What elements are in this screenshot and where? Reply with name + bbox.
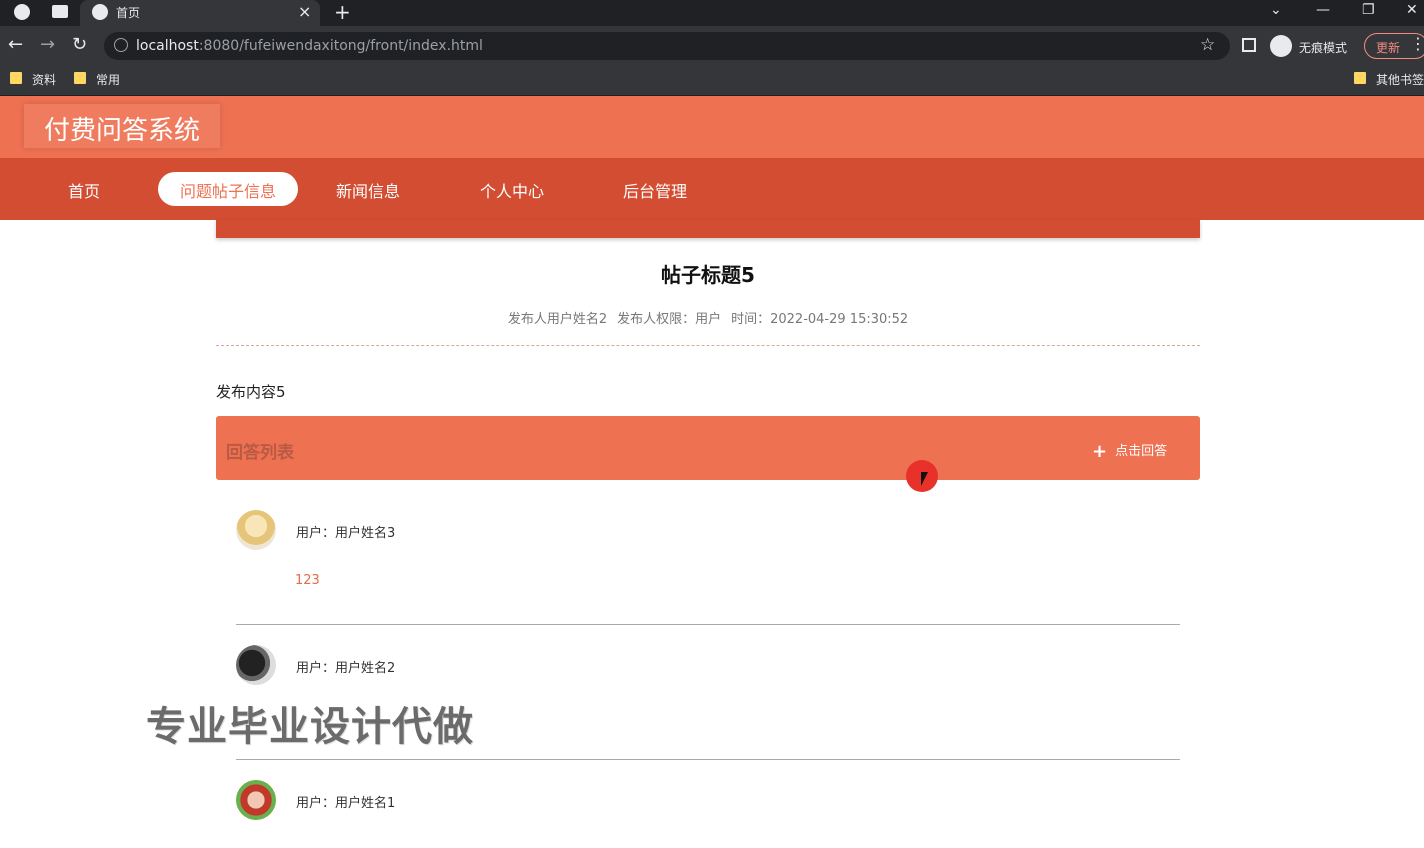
section-title-bar xyxy=(216,220,1200,238)
answer-list-header xyxy=(216,416,1200,480)
reply-user: 用户：用户姓名2 xyxy=(296,661,396,676)
side-panel-icon[interactable] xyxy=(1242,38,1256,52)
folder-icon xyxy=(1354,72,1366,84)
restore-icon[interactable]: ❐ xyxy=(1362,2,1375,18)
cursor-icon xyxy=(921,472,928,486)
site-logo[interactable]: 付费问答系统 xyxy=(24,104,221,148)
reply-divider xyxy=(236,759,1180,760)
post-content: 发布内容5 xyxy=(216,383,286,401)
post-role: 发布人权限：用户 xyxy=(617,312,722,327)
new-tab-icon[interactable]: + xyxy=(334,0,351,24)
avatar xyxy=(236,780,276,820)
bookmark-star-icon[interactable]: ☆ xyxy=(1200,35,1215,55)
info-icon[interactable] xyxy=(114,38,128,52)
bookmark-item[interactable]: 常用 xyxy=(96,71,120,88)
bookmarks-bar xyxy=(0,66,1424,96)
reload-icon[interactable]: ↻ xyxy=(72,34,87,55)
add-answer-button[interactable]: + 点击回答 xyxy=(1092,440,1167,462)
tab-search-icon[interactable] xyxy=(52,5,68,18)
nav-profile[interactable]: 个人中心 xyxy=(480,178,544,202)
divider xyxy=(216,345,1200,346)
post-author: 发布人用户姓名2 xyxy=(507,312,608,327)
tab-title: 首页 xyxy=(116,6,141,20)
folder-icon xyxy=(10,72,22,84)
chevron-down-icon[interactable]: ⌄ xyxy=(1270,2,1282,18)
bookmark-item[interactable]: 资料 xyxy=(32,71,56,88)
minimize-icon[interactable]: — xyxy=(1316,2,1330,18)
post-time: 时间：2022-04-29 15:30:52 xyxy=(731,312,909,327)
post-title: 帖子标题5 xyxy=(661,263,755,287)
window-close-icon[interactable]: ✕ xyxy=(1406,2,1418,18)
globe-icon xyxy=(92,4,108,20)
folder-icon xyxy=(74,72,86,84)
reply-user: 用户：用户姓名3 xyxy=(296,526,396,541)
watermark: 专业毕业设计代做 xyxy=(146,704,474,750)
back-icon[interactable]: ← xyxy=(8,34,23,55)
nav-posts[interactable]: 问题帖子信息 xyxy=(158,172,298,206)
avatar xyxy=(236,645,276,685)
nav-news[interactable]: 新闻信息 xyxy=(336,178,400,202)
url-text[interactable]: localhost:8080/fufeiwendaxitong/front/in… xyxy=(136,38,483,54)
nav-admin[interactable]: 后台管理 xyxy=(623,178,687,202)
avatar xyxy=(236,510,276,550)
reply-text: 123 xyxy=(295,573,320,588)
reply-user: 用户：用户姓名1 xyxy=(296,796,396,811)
globe-icon[interactable] xyxy=(14,4,30,20)
incognito-label[interactable]: 无痕模式 xyxy=(1299,39,1347,56)
bookmark-item[interactable]: 其他书签 xyxy=(1376,71,1424,88)
menu-icon[interactable]: ⋮ xyxy=(1410,34,1424,53)
forward-icon[interactable]: → xyxy=(40,34,55,55)
plus-icon: + xyxy=(1092,441,1108,462)
close-icon[interactable]: × xyxy=(298,2,311,21)
nav-home[interactable]: 首页 xyxy=(68,178,100,202)
incognito-icon[interactable] xyxy=(1270,35,1292,57)
answer-list-title: 回答列表 xyxy=(226,443,294,463)
post-meta: 发布人用户姓名2 发布人权限：用户 时间：2022-04-29 15:30:52 xyxy=(216,308,1200,327)
reply-divider xyxy=(236,624,1180,625)
